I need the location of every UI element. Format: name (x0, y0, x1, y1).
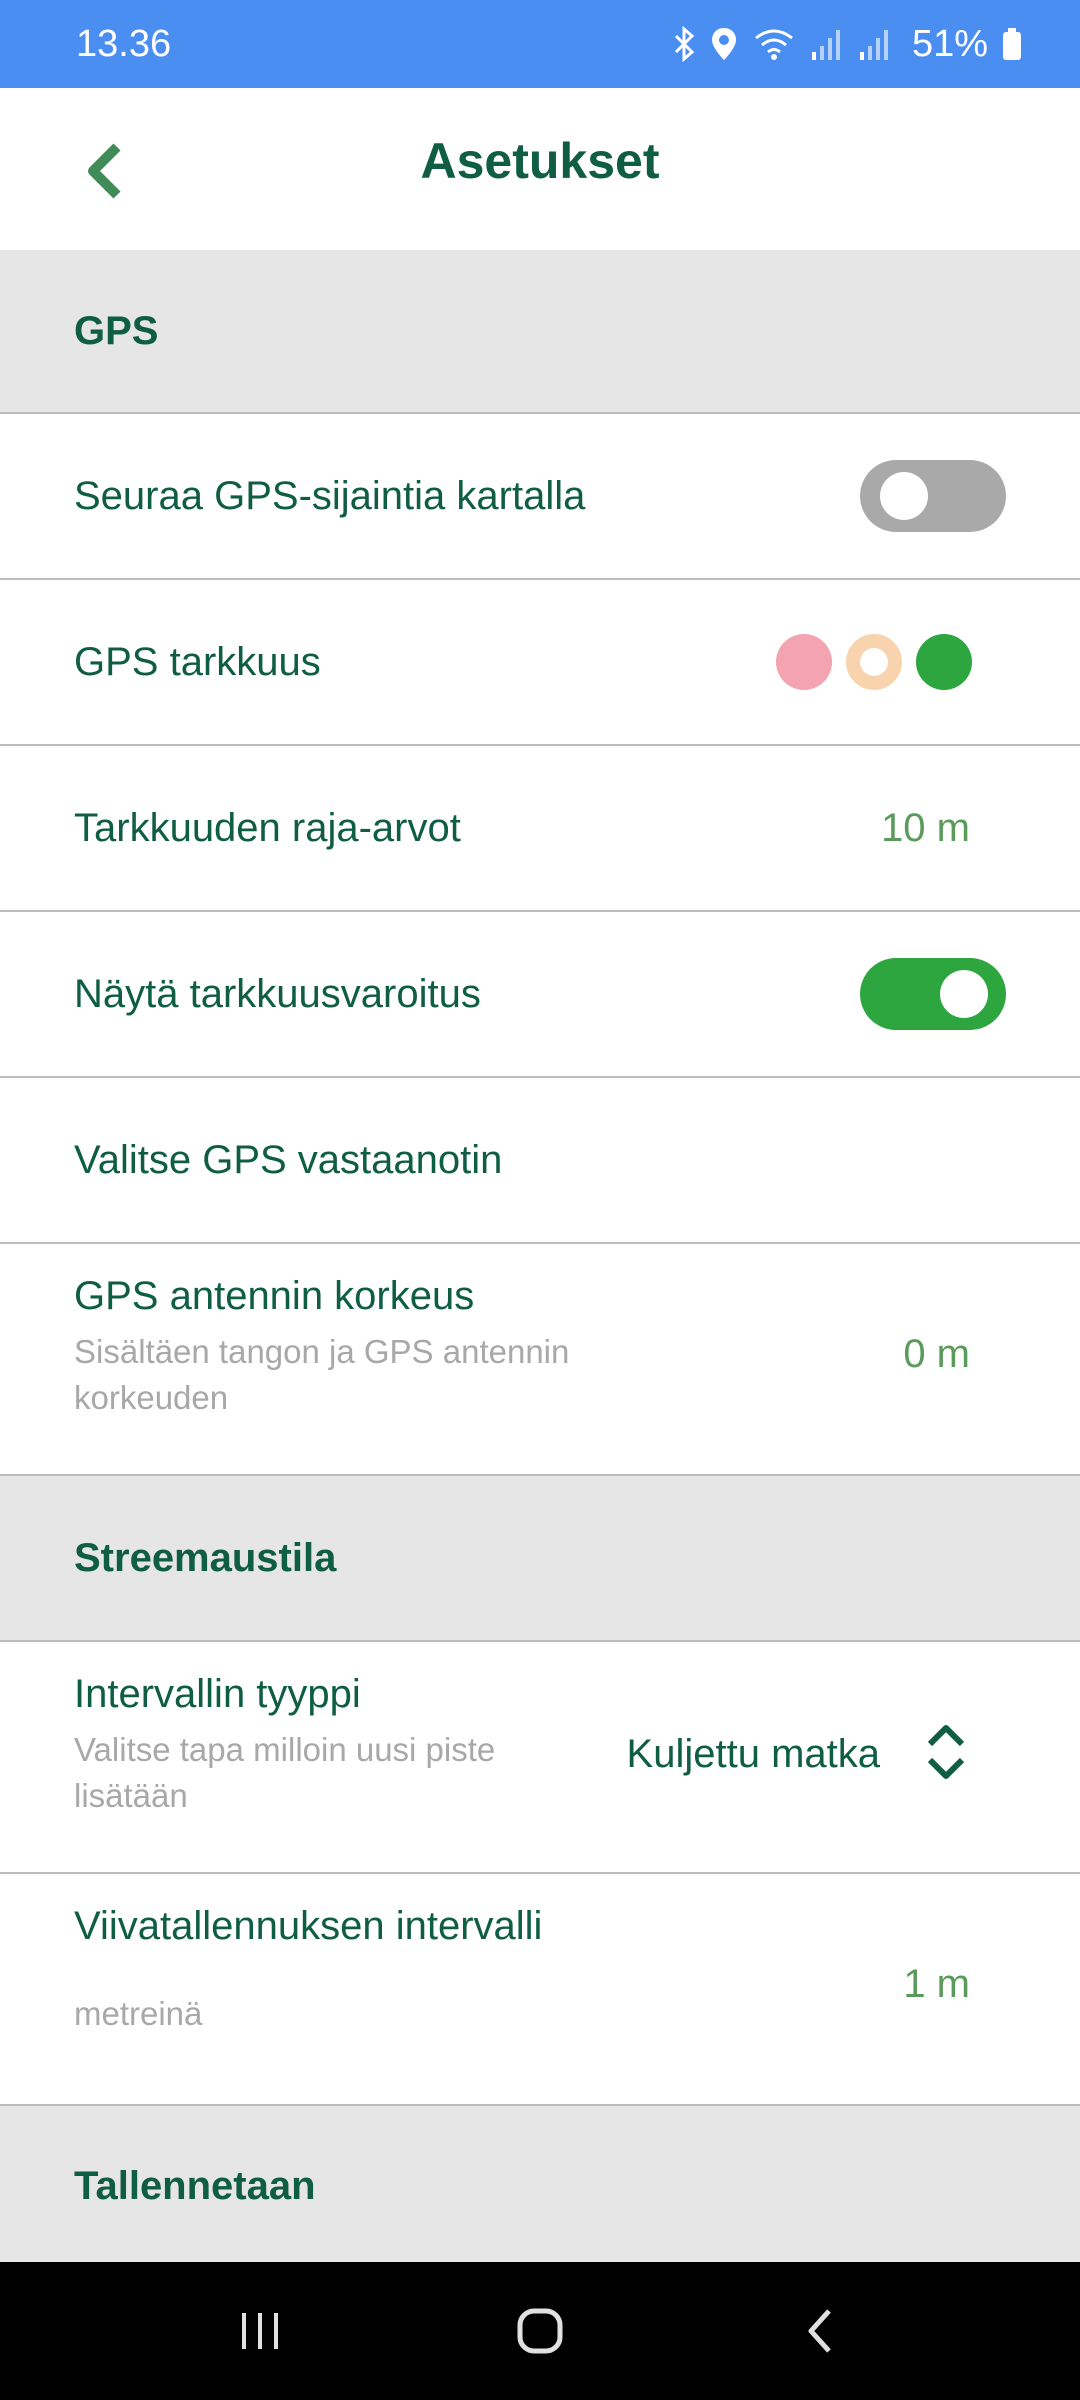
setting-label: Valitse GPS vastaanotin (74, 1137, 503, 1182)
section-header-gps: GPS (0, 250, 1080, 414)
setting-label: Tarkkuuden raja-arvot (74, 805, 461, 850)
interval-type-select[interactable]: Kuljettu matka (627, 1732, 880, 1777)
setting-label: Intervallin tyyppi (74, 1672, 361, 1716)
setting-value[interactable]: 1 m (903, 1962, 970, 2007)
setting-value[interactable]: 0 m (903, 1332, 970, 1377)
signal-icon (858, 26, 892, 62)
back-icon[interactable] (770, 2281, 870, 2381)
setting-description: Valitse tapa milloin uusi piste lisätään (74, 1731, 496, 1814)
signal-icon (810, 26, 844, 62)
setting-interval-type[interactable]: Intervallin tyyppi Valitse tapa milloin … (0, 1642, 1080, 1874)
accuracy-dot-poor (776, 634, 832, 690)
app-bar: Asetukset (0, 88, 1080, 250)
settings-list: GPS Seuraa GPS-sijaintia kartalla GPS ta… (0, 250, 1080, 2266)
battery-percentage: 51% (911, 22, 988, 65)
setting-label: Viivatallennuksen intervalli (74, 1904, 543, 1948)
status-time: 13.36 (76, 22, 172, 65)
status-icons: 51% (672, 23, 1022, 66)
setting-accuracy-warning[interactable]: Näytä tarkkuusvaroitus (0, 912, 1080, 1078)
setting-label: Näytä tarkkuusvaroitus (74, 971, 481, 1016)
setting-label: GPS antennin korkeus (74, 1274, 475, 1318)
accuracy-dot-good (916, 634, 972, 690)
system-nav-bar (0, 2262, 1080, 2400)
setting-text: Intervallin tyyppi Valitse tapa milloin … (74, 1672, 594, 1819)
setting-label: GPS tarkkuus (74, 639, 321, 684)
toggle-knob (880, 472, 928, 520)
section-title: Tallennetaan (74, 2163, 316, 2208)
accuracy-dot-medium (846, 634, 902, 690)
wifi-icon (752, 26, 796, 62)
section-header-streaming: Streemaustila (0, 1476, 1080, 1642)
setting-antenna-height[interactable]: GPS antennin korkeus Sisältäen tangon ja… (0, 1244, 1080, 1476)
setting-gps-accuracy: GPS tarkkuus (0, 580, 1080, 746)
toggle-knob (940, 970, 988, 1018)
setting-value[interactable]: 10 m (881, 806, 970, 851)
chevron-up-down-icon[interactable] (924, 1720, 968, 1789)
setting-description: metreinä (74, 1995, 203, 2032)
page-title: Asetukset (420, 133, 660, 189)
section-title: GPS (74, 308, 159, 353)
setting-gps-receiver[interactable]: Valitse GPS vastaanotin (0, 1078, 1080, 1244)
accuracy-warning-toggle[interactable] (860, 958, 1006, 1030)
section-title: Streemaustila (74, 1535, 337, 1580)
follow-gps-toggle[interactable] (860, 460, 1006, 532)
setting-text: Viivatallennuksen intervalli metreinä (74, 1904, 634, 2037)
setting-line-interval[interactable]: Viivatallennuksen intervalli metreinä 1 … (0, 1874, 1080, 2106)
setting-follow-gps[interactable]: Seuraa GPS-sijaintia kartalla (0, 414, 1080, 580)
setting-accuracy-limit[interactable]: Tarkkuuden raja-arvot 10 m (0, 746, 1080, 912)
status-bar: 13.36 51% (0, 0, 1080, 88)
home-icon[interactable] (490, 2281, 590, 2381)
battery-icon (1002, 26, 1022, 62)
bluetooth-icon (672, 26, 696, 62)
section-header-saving: Tallennetaan (0, 2106, 1080, 2266)
setting-label: Seuraa GPS-sijaintia kartalla (74, 473, 586, 518)
setting-text: GPS antennin korkeus Sisältäen tangon ja… (74, 1274, 634, 1421)
setting-description: Sisältäen tangon ja GPS antennin korkeud… (74, 1333, 570, 1416)
recent-apps-icon[interactable] (210, 2281, 310, 2381)
accuracy-indicator (776, 634, 972, 690)
location-icon (710, 26, 738, 62)
